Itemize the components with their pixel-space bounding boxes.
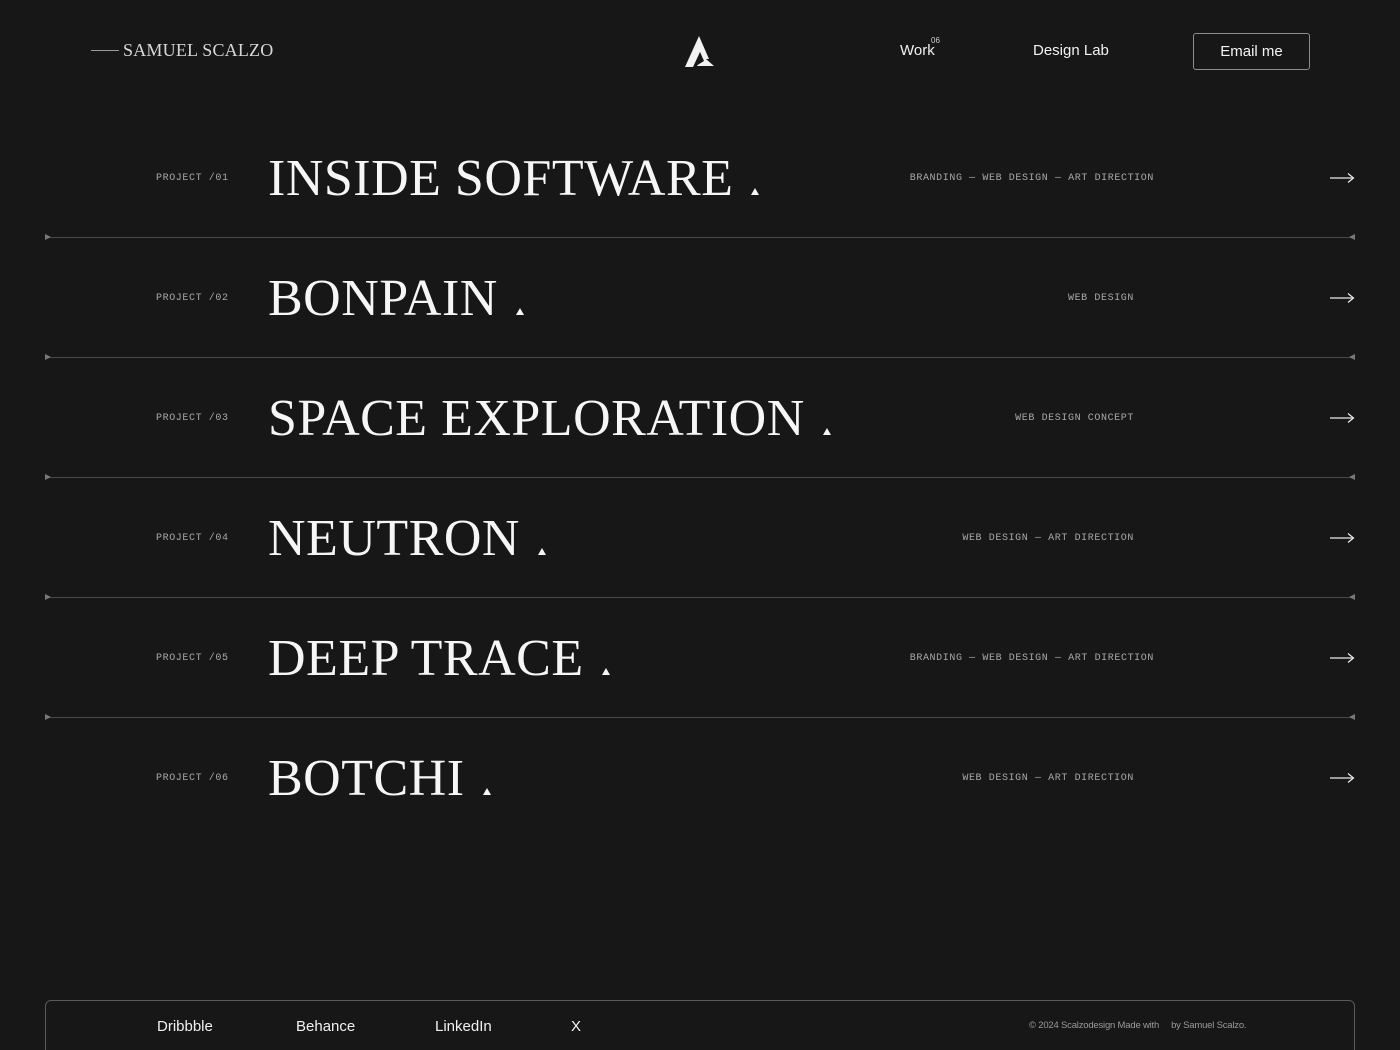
project-number: PROJECT /06 [156,773,229,784]
project-title-text: BONPAIN [268,270,498,327]
copyright: © 2024 Scalzodesign Made with by Samuel S… [1029,1020,1247,1031]
project-title-text: INSIDE SOFTWARE [268,150,734,207]
project-title: BOTCHI [268,749,491,808]
project-tags: WEB DESIGN CONCEPT [1015,413,1134,424]
nav-work-count: 06 [931,36,940,45]
arrow-right-icon[interactable] [1330,411,1355,425]
project-title: INSIDE SOFTWARE [268,149,760,208]
project-title: NEUTRON [268,509,546,568]
project-row[interactable]: PROJECT /03 SPACE EXPLORATION WEB DESIGN… [0,358,1400,480]
project-row[interactable]: PROJECT /02 BONPAIN WEB DESIGN [0,238,1400,360]
triangle-mark-icon [751,188,760,195]
arrow-right-icon[interactable] [1330,171,1355,185]
project-tags: WEB DESIGN — ART DIRECTION [962,533,1134,544]
project-tags: BRANDING — WEB DESIGN — ART DIRECTION [909,173,1154,184]
project-row[interactable]: PROJECT /05 DEEP TRACE BRANDING — WEB DE… [0,598,1400,720]
arrow-right-icon[interactable] [1330,291,1355,305]
arrow-right-icon[interactable] [1330,771,1355,785]
project-number: PROJECT /05 [156,653,229,664]
project-row[interactable]: PROJECT /04 NEUTRON WEB DESIGN — ART DIR… [0,478,1400,600]
arrow-right-icon[interactable] [1330,651,1355,665]
footer: Dribbble Behance LinkedIn X © 2024 Scalz… [45,1000,1355,1050]
project-title-text: NEUTRON [268,510,520,567]
behance-link[interactable]: Behance [296,1018,355,1035]
triangle-mark-icon [515,308,524,315]
project-title-text: SPACE EXPLORATION [268,390,805,447]
nav-work-link[interactable]: Work 06 [900,36,940,59]
project-title: DEEP TRACE [268,629,610,688]
copyright-left: © 2024 Scalzodesign Made with [1029,1020,1160,1031]
linkedin-link[interactable]: LinkedIn [435,1018,492,1035]
project-number: PROJECT /04 [156,533,229,544]
project-number: PROJECT /01 [156,173,229,184]
project-number: PROJECT /02 [156,293,229,304]
copyright-right: by Samuel Scalzo. [1171,1020,1247,1031]
project-title-text: DEEP TRACE [268,630,584,687]
logo-icon[interactable] [684,35,716,69]
project-title-text: BOTCHI [268,750,465,807]
project-tags: BRANDING — WEB DESIGN — ART DIRECTION [909,653,1154,664]
dribbble-link[interactable]: Dribbble [157,1018,213,1035]
nav-design-lab-link[interactable]: Design Lab [1033,42,1109,59]
page: SAMUEL SCALZO Work 06 Design Lab Email m… [0,0,1400,1050]
project-row[interactable]: PROJECT /01 INSIDE SOFTWARE BRANDING — W… [0,118,1400,240]
brand-dash [91,50,119,51]
project-title: BONPAIN [268,269,524,328]
project-title: SPACE EXPLORATION [268,389,831,448]
triangle-mark-icon [537,548,546,555]
project-list: PROJECT /01 INSIDE SOFTWARE BRANDING — W… [0,118,1400,838]
brand-name: SAMUEL SCALZO [123,40,274,60]
project-number: PROJECT /03 [156,413,229,424]
email-me-button[interactable]: Email me [1193,33,1310,70]
project-row[interactable]: PROJECT /06 BOTCHI WEB DESIGN — ART DIRE… [0,718,1400,838]
brand-link[interactable]: SAMUEL SCALZO [91,40,273,61]
nav-work-label: Work [900,42,935,59]
arrow-right-icon[interactable] [1330,531,1355,545]
x-link[interactable]: X [571,1018,581,1035]
project-tags: WEB DESIGN — ART DIRECTION [962,773,1134,784]
project-tags: WEB DESIGN [1067,293,1134,304]
triangle-mark-icon [822,428,831,435]
triangle-mark-icon [482,788,491,795]
triangle-mark-icon [601,668,610,675]
